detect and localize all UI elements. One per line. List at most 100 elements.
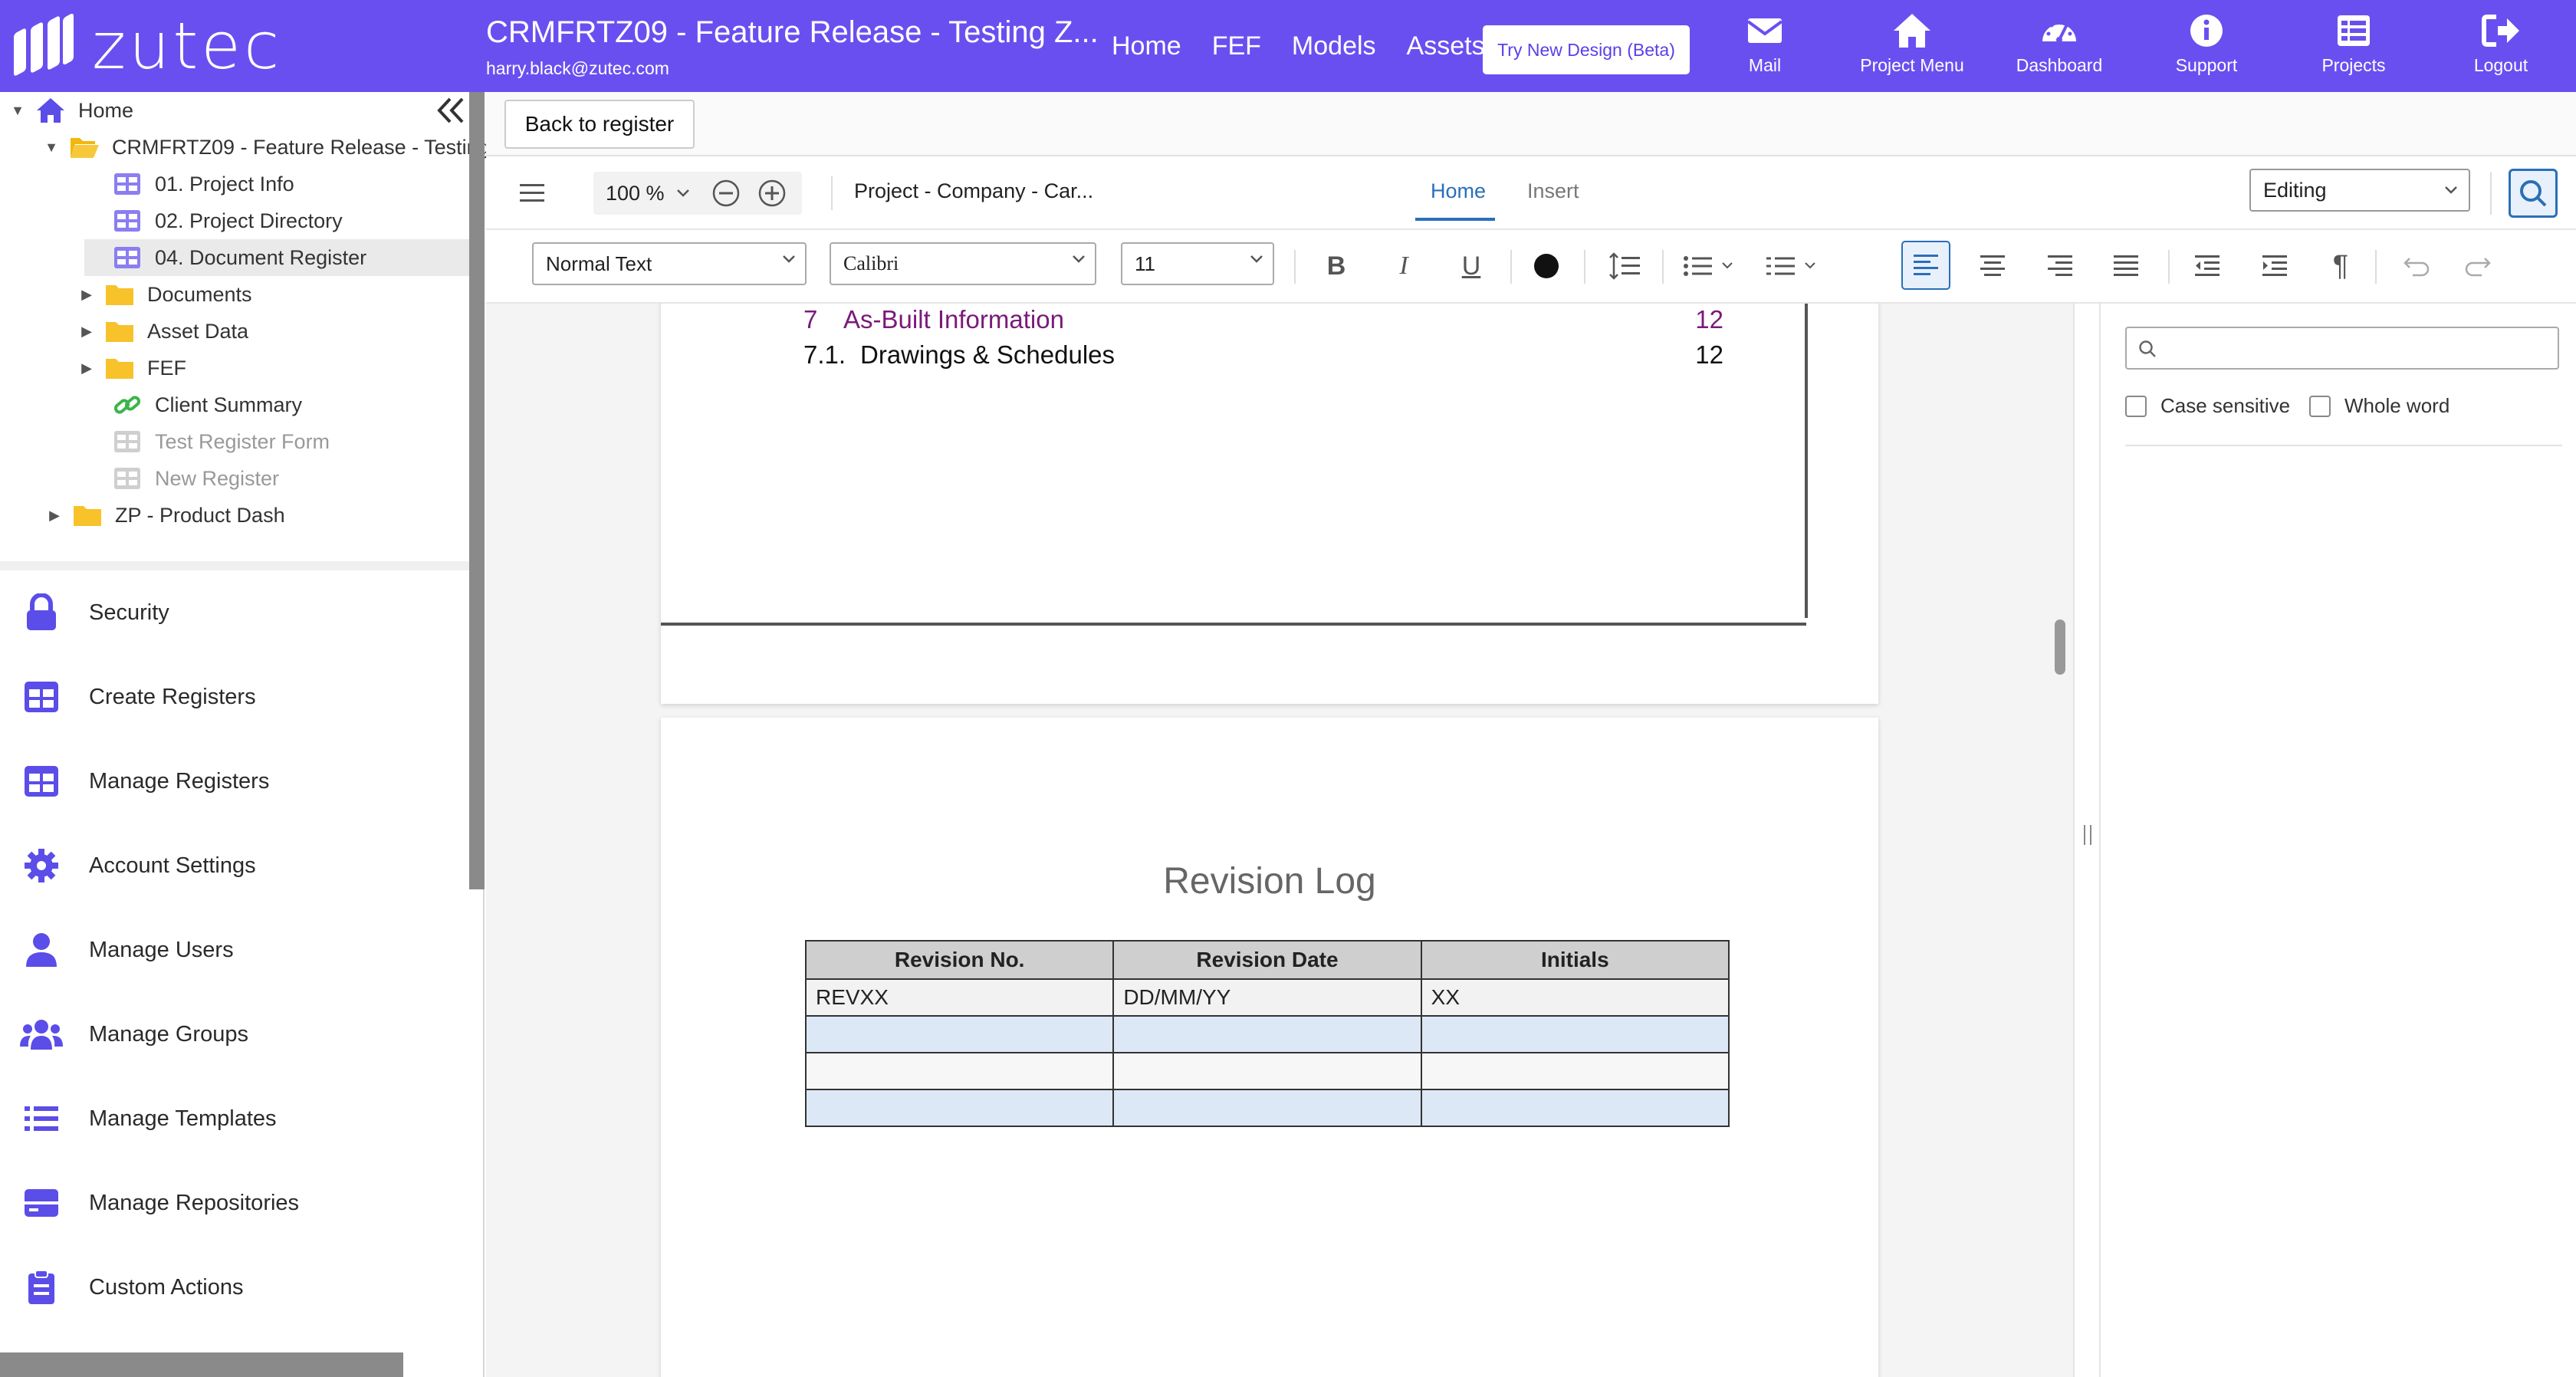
caret-down-icon[interactable]: ▼: [8, 103, 28, 119]
tree-item-asset-data[interactable]: ▶ Asset Data: [77, 313, 248, 350]
zoom-out-icon[interactable]: [711, 178, 741, 209]
tab-insert[interactable]: Insert: [1527, 179, 1579, 203]
chevron-down-icon[interactable]: [675, 188, 691, 199]
table-cell[interactable]: [1112, 1089, 1422, 1127]
menu-security[interactable]: Security: [0, 570, 469, 655]
sidebar-scrollbar[interactable]: [469, 92, 485, 889]
find-text-field[interactable]: [2167, 334, 2550, 362]
redo-button[interactable]: [2461, 247, 2499, 285]
tree-item-fef[interactable]: ▶ FEF: [77, 350, 186, 386]
case-sensitive-option[interactable]: Case sensitive: [2125, 394, 2290, 418]
bullet-list-button[interactable]: [1679, 247, 1740, 285]
menu-manage-registers[interactable]: Manage Registers: [0, 739, 469, 823]
collapse-sidebar-button[interactable]: [432, 92, 470, 129]
font-size-select[interactable]: 11: [1121, 242, 1274, 285]
toc-entry[interactable]: 7 As-Built Information 12: [803, 305, 1723, 334]
menu-manage-repositories[interactable]: Manage Repositories: [0, 1161, 469, 1245]
justify-button[interactable]: [2107, 247, 2145, 285]
toc-entry[interactable]: 7.1. Drawings & Schedules 12: [803, 340, 1723, 370]
tab-home[interactable]: Home: [1431, 179, 1486, 203]
tree-item-documents[interactable]: ▶ Documents: [77, 276, 251, 313]
projects-button[interactable]: Projects: [2277, 12, 2430, 83]
caret-right-icon[interactable]: ▶: [77, 360, 97, 376]
nav-home[interactable]: Home: [1112, 31, 1181, 61]
zoom-value[interactable]: 100 %: [606, 182, 665, 205]
paragraph-style-select[interactable]: Normal Text: [532, 242, 807, 285]
table-cell[interactable]: DD/MM/YY: [1112, 978, 1422, 1017]
numbered-list-button[interactable]: [1762, 247, 1823, 285]
tree-item-zp-product-dash[interactable]: ▶ ZP - Product Dash: [44, 497, 285, 534]
align-left-button[interactable]: [1901, 241, 1950, 290]
tree-item-project[interactable]: ▼ CRMFRTZ09 - Feature Release - Testing: [41, 129, 490, 166]
table-cell[interactable]: [804, 1052, 1115, 1090]
underline-button[interactable]: U: [1452, 247, 1490, 285]
document-page[interactable]: Revision Log Revision No. Revision Date …: [661, 718, 1878, 1377]
italic-button[interactable]: I: [1385, 247, 1423, 285]
revision-table[interactable]: Revision No. Revision Date Initials REVX…: [804, 940, 1730, 1127]
caret-right-icon[interactable]: ▶: [77, 324, 97, 340]
align-center-button[interactable]: [1973, 247, 2012, 285]
try-new-design-button[interactable]: Try New Design (Beta): [1483, 25, 1690, 74]
undo-button[interactable]: [2395, 247, 2433, 285]
project-title[interactable]: CRMFRTZ09 - Feature Release - Testing Z.…: [486, 15, 1099, 50]
nav-assets[interactable]: Assets: [1407, 31, 1485, 61]
menu-custom-actions[interactable]: Custom Actions: [0, 1245, 469, 1329]
find-input[interactable]: [2125, 327, 2559, 370]
caret-down-icon[interactable]: ▼: [41, 140, 61, 156]
tree-item-client-summary[interactable]: Client Summary: [84, 386, 302, 423]
align-right-button[interactable]: [2041, 247, 2079, 285]
table-cell[interactable]: [1112, 1052, 1422, 1090]
table-cell[interactable]: [1420, 1015, 1730, 1053]
table-cell[interactable]: [1112, 1015, 1422, 1053]
logout-button[interactable]: Logout: [2424, 12, 2576, 83]
menu-account-settings[interactable]: Account Settings: [0, 823, 469, 908]
caret-right-icon[interactable]: ▶: [44, 508, 64, 524]
find-button[interactable]: [2509, 169, 2558, 218]
hamburger-menu-button[interactable]: [517, 178, 547, 209]
tree-item-new-register[interactable]: New Register: [84, 460, 279, 497]
menu-label: Security: [89, 600, 169, 625]
table-cell[interactable]: [1420, 1052, 1730, 1090]
show-formatting-button[interactable]: ¶: [2321, 247, 2360, 285]
tree-item-test-register-form[interactable]: Test Register Form: [84, 423, 330, 460]
back-to-register-button[interactable]: Back to register: [504, 100, 695, 149]
zutec-logo[interactable]: zutec: [14, 12, 282, 80]
increase-indent-button[interactable]: [2256, 247, 2294, 285]
table-cell[interactable]: [804, 1089, 1115, 1127]
tree-item-project-directory[interactable]: 02. Project Directory: [84, 202, 452, 239]
whole-word-option[interactable]: Whole word: [2309, 394, 2450, 418]
table-cell[interactable]: XX: [1420, 978, 1730, 1017]
menu-manage-users[interactable]: Manage Users: [0, 908, 469, 992]
caret-right-icon[interactable]: ▶: [77, 287, 97, 303]
table-cell[interactable]: REVXX: [804, 978, 1115, 1017]
decrease-indent-button[interactable]: [2188, 247, 2226, 285]
nav-models[interactable]: Models: [1292, 31, 1376, 61]
table-cell[interactable]: [804, 1015, 1115, 1053]
whole-word-checkbox[interactable]: [2309, 395, 2331, 417]
zoom-in-icon[interactable]: [757, 178, 787, 209]
dashboard-button[interactable]: Dashboard: [1983, 12, 2136, 83]
drag-handle-icon[interactable]: [2084, 825, 2091, 845]
document-canvas[interactable]: 7 As-Built Information 12 7.1. Drawings …: [486, 304, 2073, 1377]
editing-mode-select[interactable]: Editing: [2249, 169, 2470, 212]
mail-button[interactable]: Mail: [1688, 12, 1842, 83]
table-cell[interactable]: [1420, 1089, 1730, 1127]
tree-item-project-info[interactable]: 01. Project Info: [84, 166, 452, 202]
line-spacing-button[interactable]: [1605, 247, 1644, 285]
document-page[interactable]: 7 As-Built Information 12 7.1. Drawings …: [661, 304, 1878, 704]
menu-manage-templates[interactable]: Manage Templates: [0, 1076, 469, 1161]
document-scrollbar[interactable]: [2055, 619, 2065, 675]
menu-create-registers[interactable]: Create Registers: [0, 655, 469, 739]
support-button[interactable]: Support: [2130, 12, 2283, 83]
font-color-button[interactable]: [1527, 247, 1566, 285]
bold-button[interactable]: B: [1317, 247, 1355, 285]
tree-item-document-register[interactable]: 04. Document Register: [84, 239, 469, 276]
menu-manage-groups[interactable]: Manage Groups: [0, 992, 469, 1076]
project-menu-button[interactable]: Project Menu: [1835, 12, 1989, 83]
case-sensitive-checkbox[interactable]: [2125, 395, 2147, 417]
pane-splitter[interactable]: [2073, 304, 2101, 1377]
tree-item-home[interactable]: ▼ Home: [8, 92, 133, 129]
font-family-select[interactable]: Calibri: [830, 242, 1096, 285]
nav-fef[interactable]: FEF: [1212, 31, 1261, 61]
sidebar-horizontal-scrollbar[interactable]: [0, 1352, 403, 1377]
